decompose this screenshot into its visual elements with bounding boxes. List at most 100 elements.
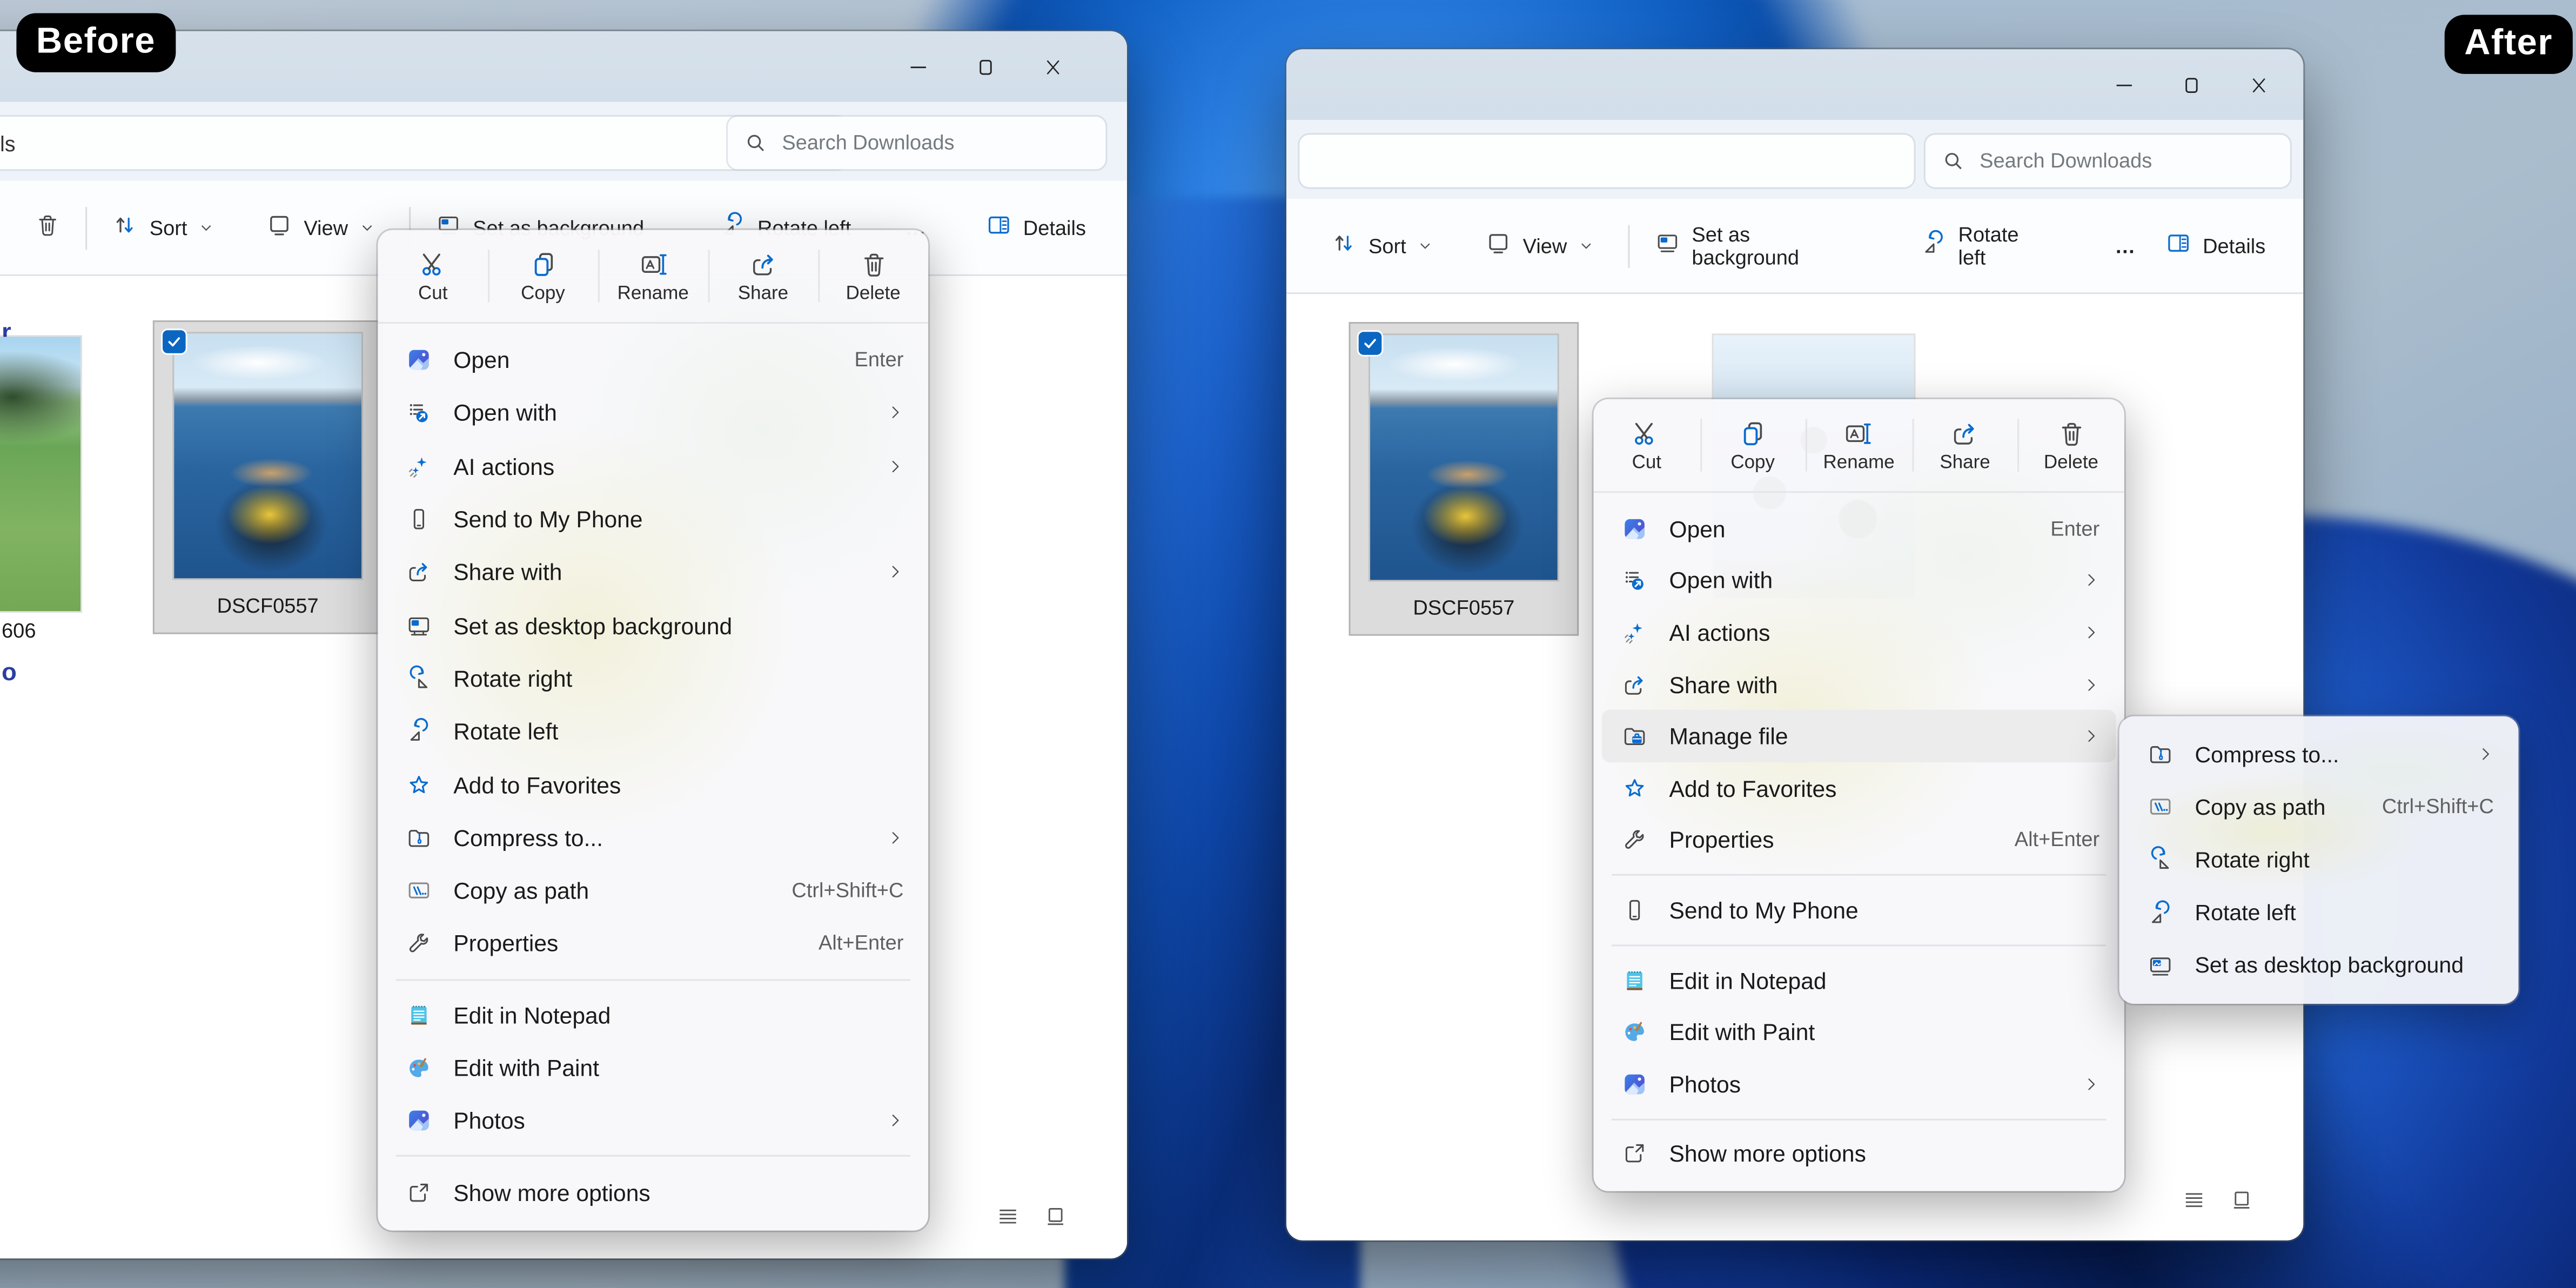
menu-item-edit-with-paint[interactable]: Edit with Paint	[1602, 1006, 2116, 1058]
selection-checkbox[interactable]	[1359, 331, 1382, 354]
command-rename-button[interactable]: Rename	[1806, 399, 1911, 491]
chevron-down-icon	[199, 216, 213, 239]
copy-icon	[1738, 418, 1768, 448]
command-label: Delete	[2044, 453, 2098, 472]
menu-item-copy-as-path[interactable]: Copy as pathCtrl+Shift+C	[2128, 781, 2511, 834]
command-delete-button[interactable]: Delete	[818, 230, 928, 322]
titlebar[interactable]	[1286, 49, 2303, 120]
delete-toolbar-button[interactable]	[19, 180, 75, 274]
menu-item-add-to-favorites[interactable]: Add to Favorites	[386, 758, 920, 811]
menu-item-compress-to[interactable]: Compress to...	[2128, 728, 2511, 781]
menu-item-label: Photos	[453, 1108, 866, 1134]
menu-item-rotate-right[interactable]: Rotate right	[386, 652, 920, 705]
menu-item-photos[interactable]: Photos	[1602, 1058, 2116, 1110]
menu-item-edit-in-notepad[interactable]: Edit in Notepad	[1602, 954, 2116, 1006]
sort-button[interactable]: Sort	[97, 180, 228, 274]
view-label: View	[1523, 234, 1567, 257]
view-button[interactable]: View	[1470, 199, 1608, 292]
cut-icon	[418, 249, 448, 279]
details-button[interactable]: Details	[970, 180, 1101, 274]
command-cut-button[interactable]: Cut	[1594, 399, 1700, 491]
command-copy-button[interactable]: Copy	[1700, 399, 1806, 491]
rotate-left-button[interactable]: Rotate left	[1906, 199, 2065, 292]
command-share-button[interactable]: Share	[1912, 399, 2018, 491]
menu-item-share-with[interactable]: Share with	[386, 546, 920, 599]
menu-item-photos[interactable]: Photos	[386, 1095, 920, 1148]
menu-item-open[interactable]: OpenEnter	[1602, 502, 2116, 554]
menu-item-rotate-left[interactable]: Rotate left	[2128, 887, 2511, 940]
address-bar[interactable]	[1299, 135, 1914, 187]
menu-item-set-as-desktop-background[interactable]: Set as desktop background	[2128, 940, 2511, 992]
menu-item-label: Open	[1669, 515, 2029, 542]
view-icon	[1485, 230, 1512, 261]
menu-item-open[interactable]: OpenEnter	[386, 333, 920, 386]
menu-item-show-more-options[interactable]: Show more options	[1602, 1128, 2116, 1180]
menu-item-compress-to[interactable]: Compress to...	[386, 811, 920, 864]
menu-item-edit-with-paint[interactable]: Edit with Paint	[386, 1041, 920, 1094]
search-box[interactable]: Search Downloads	[1926, 135, 2290, 187]
rotateright-icon	[2147, 847, 2174, 873]
command-cut-button[interactable]: Cut	[378, 230, 488, 322]
menu-item-properties[interactable]: PropertiesAlt+Enter	[1602, 814, 2116, 866]
command-copy-button[interactable]: Copy	[488, 230, 598, 322]
thumbnail-view-icon[interactable]	[2229, 1188, 2254, 1221]
menu-item-list: Compress to...Copy as pathCtrl+Shift+CRo…	[2119, 716, 2519, 1004]
menu-item-show-more-options[interactable]: Show more options	[386, 1165, 920, 1218]
menu-item-set-as-desktop-background[interactable]: Set as desktop background	[386, 599, 920, 652]
details-button[interactable]: Details	[2150, 199, 2280, 292]
command-label: Delete	[846, 284, 901, 303]
command-share-button[interactable]: Share	[708, 230, 819, 322]
menu-item-open-with[interactable]: Open with	[1602, 555, 2116, 607]
menu-item-share-with[interactable]: Share with	[1602, 659, 2116, 710]
list-view-icon[interactable]	[2182, 1188, 2206, 1221]
notepad-icon	[1621, 967, 1648, 994]
file-tile-dscf0557[interactable]: DSCF0557	[155, 321, 381, 632]
menu-item-ai-actions[interactable]: AI actions	[386, 440, 920, 493]
sort-button[interactable]: Sort	[1316, 199, 1447, 292]
set-as-background-button[interactable]: Set as background	[1639, 199, 1876, 292]
menu-item-label: Add to Favorites	[1669, 775, 2099, 802]
star-icon	[1621, 775, 1648, 802]
menu-item-ai-actions[interactable]: AI actions	[1602, 607, 2116, 659]
file-tile-dscf0557[interactable]: DSCF0557	[1351, 323, 1578, 634]
openwith-icon	[406, 400, 432, 426]
maximize-button[interactable]	[2178, 72, 2203, 97]
minimize-button[interactable]	[905, 54, 930, 79]
close-button[interactable]	[2246, 72, 2271, 97]
search-box[interactable]: Search Downloads	[728, 117, 1105, 169]
see-more-button[interactable]: …	[2102, 234, 2150, 257]
menu-item-label: Edit in Notepad	[453, 1002, 903, 1028]
menu-separator	[396, 1156, 910, 1157]
set-as-background-label: Set as background	[1692, 223, 1861, 269]
before-label: Before	[16, 13, 175, 72]
menu-item-copy-as-path[interactable]: Copy as pathCtrl+Shift+C	[386, 864, 920, 917]
menu-item-properties[interactable]: PropertiesAlt+Enter	[386, 917, 920, 970]
copy-icon	[528, 249, 558, 279]
properties-icon	[1621, 827, 1648, 854]
maximize-button[interactable]	[972, 54, 997, 79]
chevron-right-icon	[887, 829, 903, 846]
menu-item-send-to-my-phone[interactable]: Send to My Phone	[386, 493, 920, 546]
minimize-button[interactable]	[2111, 72, 2136, 97]
photos-icon	[406, 347, 432, 373]
view-button[interactable]: View	[251, 180, 389, 274]
command-rename-button[interactable]: Rename	[598, 230, 708, 322]
menu-item-manage-file[interactable]: Manage file	[1602, 710, 2116, 762]
menu-item-rotate-right[interactable]: Rotate right	[2128, 834, 2511, 887]
menu-item-edit-in-notepad[interactable]: Edit in Notepad	[386, 988, 920, 1041]
share-icon	[406, 559, 432, 586]
list-view-icon[interactable]	[996, 1204, 1021, 1237]
thumbnail-view-icon[interactable]	[1043, 1204, 1068, 1237]
command-delete-button[interactable]: Delete	[2018, 399, 2124, 491]
shortcut-label: Alt+Enter	[2015, 829, 2099, 852]
menu-item-label: Copy as path	[2195, 795, 2361, 820]
paint-icon	[406, 1055, 432, 1081]
menu-item-add-to-favorites[interactable]: Add to Favorites	[1602, 762, 2116, 814]
menu-item-open-with[interactable]: Open with	[386, 386, 920, 439]
menu-item-rotate-left[interactable]: Rotate left	[386, 705, 920, 758]
menu-item-send-to-my-phone[interactable]: Send to My Phone	[1602, 884, 2116, 936]
selection-checkbox[interactable]	[163, 330, 186, 353]
address-bar[interactable]: ls	[0, 117, 846, 169]
close-button[interactable]	[1040, 54, 1065, 79]
file-tile-golf[interactable]: 606	[0, 323, 82, 652]
